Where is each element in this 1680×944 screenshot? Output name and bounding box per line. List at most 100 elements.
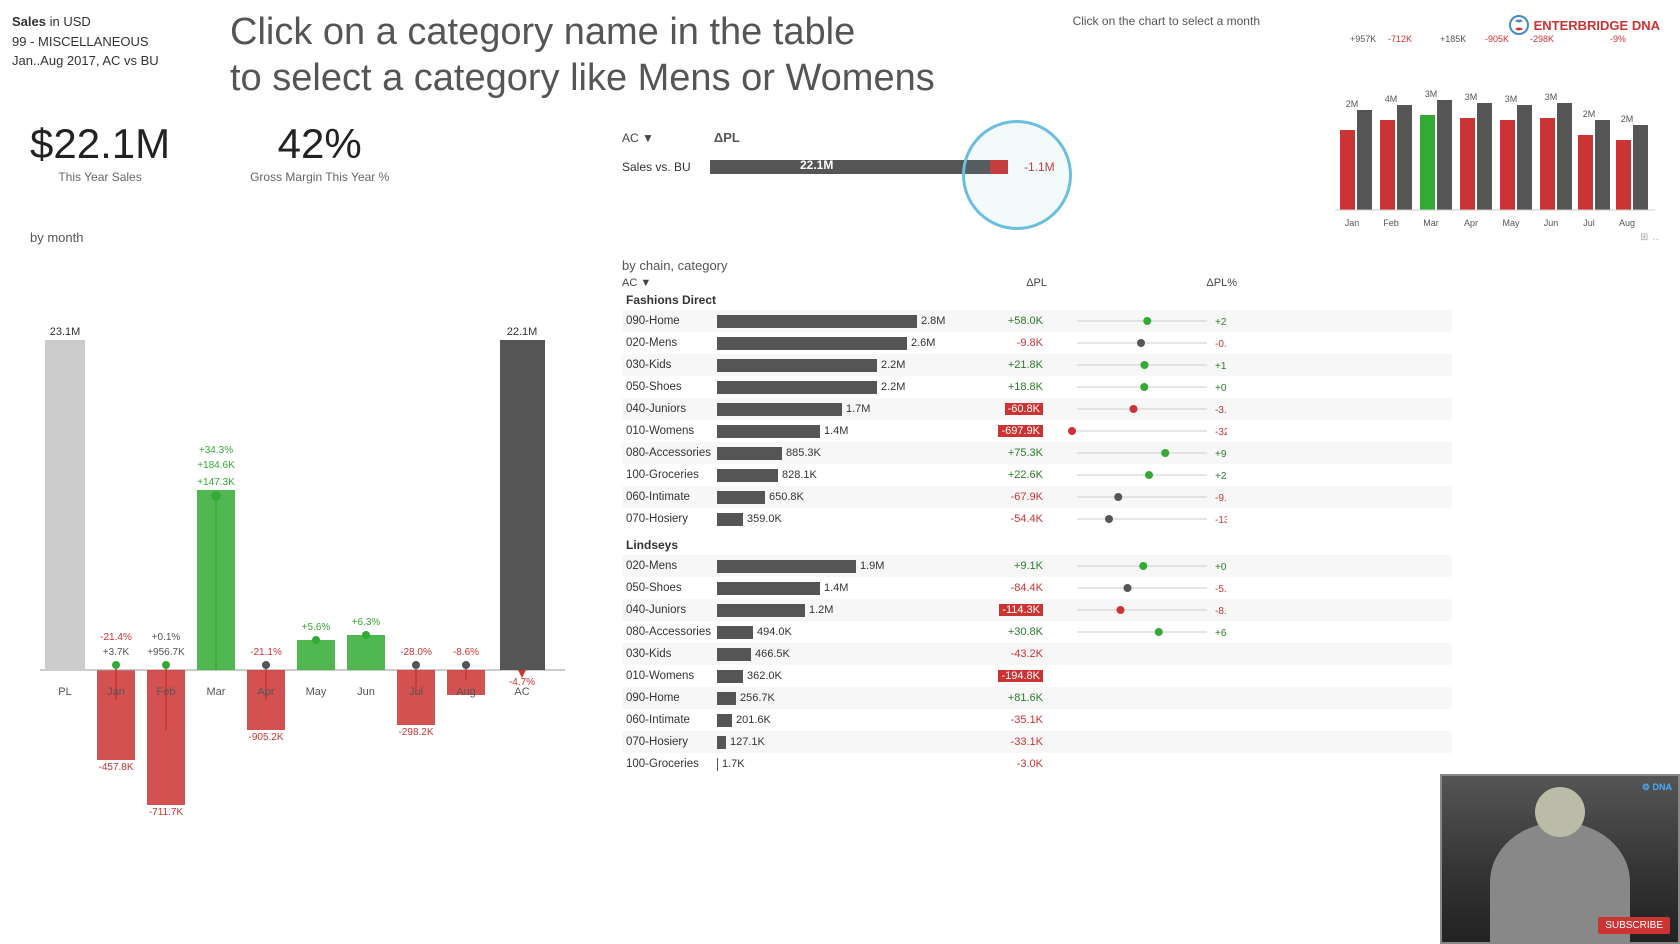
category-name[interactable]: 020-Mens xyxy=(622,337,717,349)
kpi-sales-label: This Year Sales xyxy=(30,170,170,184)
svg-text:-905.2K: -905.2K xyxy=(248,732,283,743)
category-name[interactable]: 030-Kids xyxy=(622,648,717,660)
category-name[interactable]: 090-Home xyxy=(622,315,717,327)
value-bar xyxy=(717,692,736,705)
dot-aug xyxy=(462,661,470,669)
svg-text:…: … xyxy=(1652,232,1660,243)
table-row[interactable]: 070-Hosiery127.1K-33.1K xyxy=(622,731,1452,753)
svg-text:Jan: Jan xyxy=(107,686,125,698)
svg-text:⊞: ⊞ xyxy=(1640,232,1648,243)
table-row[interactable]: 080-Accessories885.3K+75.3K+9.3 xyxy=(622,442,1452,464)
table-row[interactable]: 020-Mens2.6M-9.8K-0.4 xyxy=(622,332,1452,354)
table-row[interactable]: 070-Hosiery359.0K-54.4K-13.2 xyxy=(622,508,1452,530)
table-row[interactable]: 080-Accessories494.0K+30.8K+6.7 xyxy=(622,621,1452,643)
table-row[interactable]: 050-Shoes2.2M+18.8K+0.9 xyxy=(622,376,1452,398)
category-name[interactable]: 050-Shoes xyxy=(622,582,717,594)
table-row[interactable]: 100-Groceries1.7K-3.0K xyxy=(622,753,1452,775)
category-name[interactable]: 080-Accessories xyxy=(622,626,717,638)
category-name[interactable]: 060-Intimate xyxy=(622,714,717,726)
value-bar xyxy=(717,469,778,482)
mc-bar-aug-red xyxy=(1616,140,1631,210)
svg-text:Apr: Apr xyxy=(1464,218,1478,228)
svb-bar-container: 22.1M xyxy=(710,153,1010,181)
category-name[interactable]: 090-Home xyxy=(622,692,717,704)
svg-text:-21.1%: -21.1% xyxy=(250,647,282,658)
table-row[interactable]: 030-Kids2.2M+21.8K+1.0 xyxy=(622,354,1452,376)
table-row[interactable]: 010-Womens1.4M-697.9K-32.9 xyxy=(622,420,1452,442)
mc-bar-apr-dark xyxy=(1477,103,1492,210)
delta-value: -697.9K xyxy=(947,425,1047,437)
category-name[interactable]: 100-Groceries xyxy=(622,758,717,770)
kpi-sales: $22.1M This Year Sales xyxy=(30,120,170,184)
category-name[interactable]: 030-Kids xyxy=(622,359,717,371)
svg-text:4M: 4M xyxy=(1385,94,1398,104)
value-bar xyxy=(717,359,877,372)
value-bar xyxy=(717,626,753,639)
dot-jul xyxy=(412,661,420,669)
value-bar xyxy=(717,758,718,771)
delta-value: -54.4K xyxy=(947,513,1047,525)
svg-text:2M: 2M xyxy=(1583,109,1596,119)
table-row[interactable]: 090-Home2.8M+58.0K+2.1 xyxy=(622,310,1452,332)
value-bar xyxy=(717,648,751,661)
category-name[interactable]: 080-Accessories xyxy=(622,447,717,459)
table-row[interactable]: 040-Juniors1.2M-114.3K-8.6 xyxy=(622,599,1452,621)
category-name[interactable]: 040-Juniors xyxy=(622,604,717,616)
table-row[interactable]: 090-Home256.7K+81.6K xyxy=(622,687,1452,709)
subscribe-button[interactable]: SUBSCRIBE xyxy=(1598,917,1670,934)
table-row[interactable]: 100-Groceries828.1K+22.6K+2.8 xyxy=(622,464,1452,486)
waterfall-svg: 23.1M -457.8K +3.7K -21.4% -711.7K +956.… xyxy=(10,240,580,830)
sales-vs-bu-row: Sales vs. BU 22.1M -1.1M xyxy=(622,153,1102,181)
svb-row-label: Sales vs. BU xyxy=(622,160,702,174)
lindseys-label[interactable]: Lindseys xyxy=(622,536,1452,554)
svg-text:3M: 3M xyxy=(1465,92,1478,102)
value-bar xyxy=(717,425,820,438)
dot-plot-cell: +6.7 xyxy=(1047,623,1227,641)
table-row[interactable]: 050-Shoes1.4M-84.4K-5.8 xyxy=(622,577,1452,599)
delta-value: +22.6K xyxy=(947,469,1047,481)
table-row[interactable]: 040-Juniors1.7M-60.8K-3.4 xyxy=(622,398,1452,420)
sales-unit: in USD xyxy=(50,14,91,29)
person-head xyxy=(1535,787,1585,837)
fashions-direct-label[interactable]: Fashions Direct xyxy=(622,291,1452,309)
svg-text:-13.2: -13.2 xyxy=(1215,515,1227,526)
delta-pl-col: ΔPL xyxy=(947,277,1047,289)
kpi-margin-value: 42% xyxy=(250,120,389,168)
table-row[interactable]: 060-Intimate650.8K-67.9K-9.5 xyxy=(622,486,1452,508)
category-name[interactable]: 040-Juniors xyxy=(622,403,717,415)
delta-value: -67.9K xyxy=(947,491,1047,503)
svg-text:Aug: Aug xyxy=(456,686,476,698)
category-name[interactable]: 010-Womens xyxy=(622,425,717,437)
category-name[interactable]: 070-Hosiery xyxy=(622,736,717,748)
category-name[interactable]: 100-Groceries xyxy=(622,469,717,481)
table-row[interactable]: 020-Mens1.9M+9.1K+0.5 xyxy=(622,555,1452,577)
period-label: Jan..Aug 2017, AC vs BU xyxy=(12,53,159,68)
category-name[interactable]: 060-Intimate xyxy=(622,491,717,503)
dot-jan xyxy=(112,661,120,669)
svg-text:+5.6%: +5.6% xyxy=(302,622,331,633)
category-name[interactable]: 050-Shoes xyxy=(622,381,717,393)
svg-text:Feb: Feb xyxy=(1383,218,1399,228)
value-bar xyxy=(717,403,842,416)
dot-plot-cell: -3.4 xyxy=(1047,400,1227,418)
value-bar xyxy=(717,337,907,350)
dot-plot-cell: -9.5 xyxy=(1047,488,1227,506)
svg-text:+185K: +185K xyxy=(1440,34,1466,44)
svg-text:+0.5: +0.5 xyxy=(1215,562,1227,573)
table-row[interactable]: 030-Kids466.5K-43.2K xyxy=(622,643,1452,665)
svg-text:+6.7: +6.7 xyxy=(1215,628,1227,639)
svg-text:Apr: Apr xyxy=(257,686,274,698)
delta-value: +30.8K xyxy=(947,626,1047,638)
table-row[interactable]: 060-Intimate201.6K-35.1K xyxy=(622,709,1452,731)
svg-text:May: May xyxy=(1502,218,1520,228)
dot-plot-cell: +9.3 xyxy=(1047,444,1227,462)
category-name[interactable]: 020-Mens xyxy=(622,560,717,572)
category-name[interactable]: 070-Hosiery xyxy=(622,513,717,525)
category-name[interactable]: 010-Womens xyxy=(622,670,717,682)
svg-text:2M: 2M xyxy=(1346,99,1359,109)
bar-jun xyxy=(347,635,385,670)
svg-text:Jul: Jul xyxy=(1583,218,1595,228)
svg-text:+957K: +957K xyxy=(1350,34,1376,44)
table-row[interactable]: 010-Womens362.0K-194.8K xyxy=(622,665,1452,687)
delta-pl-header: ΔPL xyxy=(714,130,740,145)
